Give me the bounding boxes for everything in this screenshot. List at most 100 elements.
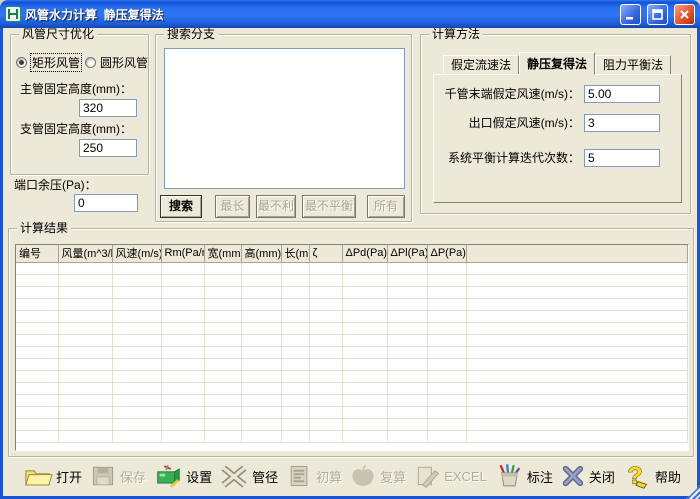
grid-cell xyxy=(241,322,281,334)
branch-height-input[interactable] xyxy=(79,139,137,157)
port-pressure-input[interactable] xyxy=(74,194,138,212)
open-tool[interactable]: 打开 xyxy=(23,463,82,490)
grid-cell xyxy=(342,418,387,430)
duct-size-groupbox: 风管尺寸优化 矩形风管 圆形风管 主管固定高度(mm)： 支管固定高度(mm)： xyxy=(10,34,149,175)
branch-listbox[interactable] xyxy=(164,48,405,189)
iteration-count-input[interactable] xyxy=(584,149,660,167)
grid-row xyxy=(16,346,688,358)
grid-row xyxy=(16,262,688,274)
grid-cell xyxy=(387,418,427,430)
help-label: 帮助 xyxy=(655,467,681,486)
maximize-button[interactable] xyxy=(647,4,668,25)
grid-cell xyxy=(342,298,387,310)
grid-cell xyxy=(427,322,466,334)
settings-toolbox-icon xyxy=(153,463,183,490)
app-icon[interactable] xyxy=(5,6,21,22)
duct-size-group-title: 风管尺寸优化 xyxy=(19,28,97,41)
method-tabstrip: 假定流速法 静压复得法 阻力平衡法 xyxy=(443,51,671,74)
close-button[interactable] xyxy=(674,4,695,25)
grid-cell xyxy=(427,334,466,346)
grid-cell xyxy=(241,334,281,346)
grid-cell xyxy=(161,274,204,286)
annotate-pens-icon xyxy=(494,463,524,490)
outlet-velocity-input[interactable] xyxy=(584,114,660,132)
main-height-input[interactable] xyxy=(79,99,137,117)
most-unfavorable-button: 最不利 xyxy=(256,195,296,218)
radio-round-label: 圆形风管 xyxy=(100,54,148,71)
col-airflow: 风量(m^3/h) xyxy=(58,245,112,262)
grid-cell xyxy=(427,406,466,418)
grid-cell xyxy=(466,262,688,274)
grid-cell xyxy=(241,298,281,310)
grid-cell xyxy=(342,394,387,406)
grid-cell xyxy=(466,406,688,418)
grid-cell xyxy=(342,322,387,334)
minimize-button[interactable] xyxy=(620,4,641,25)
grid-cell xyxy=(241,418,281,430)
grid-header-row: 编号 风量(m^3/h) 风速(m/s) Rm(Pa/m) 宽(mm) 高(mm… xyxy=(16,245,688,262)
grid-cell xyxy=(58,262,112,274)
grid-cell xyxy=(309,310,342,322)
radio-dot-icon xyxy=(16,57,27,68)
grid-cell xyxy=(241,430,281,442)
col-id: 编号 xyxy=(16,245,58,262)
grid-cell xyxy=(161,358,204,370)
all-branches-button: 所有 xyxy=(367,195,405,218)
col-length: 长(m) xyxy=(281,245,309,262)
close-app-tool[interactable]: 关闭 xyxy=(560,464,615,488)
grid-cell xyxy=(241,370,281,382)
trunk-end-velocity-input[interactable] xyxy=(584,85,660,103)
title-bar[interactable]: 风管水力计算 静压复得法 xyxy=(0,0,700,28)
grid-cell xyxy=(309,322,342,334)
grid-cell xyxy=(112,346,161,358)
grid-cell xyxy=(16,262,58,274)
grid-cell xyxy=(387,310,427,322)
grid-cell xyxy=(16,298,58,310)
col-dpd: ΔPd(Pa) xyxy=(342,245,387,262)
radio-rectangular-duct[interactable]: 矩形风管 xyxy=(16,54,81,71)
grid-cell xyxy=(112,310,161,322)
grid-cell xyxy=(427,382,466,394)
search-button[interactable]: 搜索 xyxy=(160,195,202,218)
tab-assumed-velocity[interactable]: 假定流速法 xyxy=(443,55,519,74)
grid-cell xyxy=(309,430,342,442)
grid-cell xyxy=(161,418,204,430)
col-dpl: ΔPl(Pa) xyxy=(387,245,427,262)
grid-cell xyxy=(281,370,309,382)
grid-cell xyxy=(204,310,241,322)
results-table: 编号 风量(m^3/h) 风速(m/s) Rm(Pa/m) 宽(mm) 高(mm… xyxy=(16,245,688,443)
grid-cell xyxy=(161,382,204,394)
grid-row xyxy=(16,310,688,322)
initial-calc-doc-icon xyxy=(285,463,313,489)
grid-cell xyxy=(241,382,281,394)
grid-cell xyxy=(281,310,309,322)
grid-cell xyxy=(241,406,281,418)
grid-cell xyxy=(427,286,466,298)
annotate-tool[interactable]: 标注 xyxy=(494,463,553,490)
help-tool[interactable]: ? 帮助 xyxy=(622,462,681,490)
grid-cell xyxy=(387,370,427,382)
radio-circular-duct[interactable]: 圆形风管 xyxy=(85,54,148,71)
radio-dot-icon xyxy=(85,57,96,68)
tab-resistance-balance[interactable]: 阻力平衡法 xyxy=(595,55,671,74)
open-label: 打开 xyxy=(56,467,82,486)
results-groupbox: 计算结果 编号 风量(m^3/h) 风速(m/s) Rm(Pa/m) xyxy=(8,228,694,457)
grid-cell xyxy=(466,394,688,406)
grid-cell xyxy=(58,322,112,334)
grid-cell xyxy=(161,406,204,418)
maximize-icon xyxy=(651,8,664,21)
pipe-diameter-tool[interactable]: 管径 xyxy=(219,463,278,490)
results-grid[interactable]: 编号 风量(m^3/h) 风速(m/s) Rm(Pa/m) 宽(mm) 高(mm… xyxy=(15,244,689,451)
longest-button: 最长 xyxy=(215,195,250,218)
tab-static-pressure-regain[interactable]: 静压复得法 xyxy=(519,52,595,75)
grid-cell xyxy=(58,394,112,406)
grid-cell xyxy=(387,346,427,358)
grid-cell xyxy=(112,334,161,346)
grid-cell xyxy=(309,262,342,274)
grid-cell xyxy=(281,274,309,286)
grid-cell xyxy=(204,262,241,274)
grid-cell xyxy=(161,298,204,310)
settings-tool[interactable]: 设置 xyxy=(153,463,212,490)
grid-cell xyxy=(466,358,688,370)
grid-cell xyxy=(309,394,342,406)
